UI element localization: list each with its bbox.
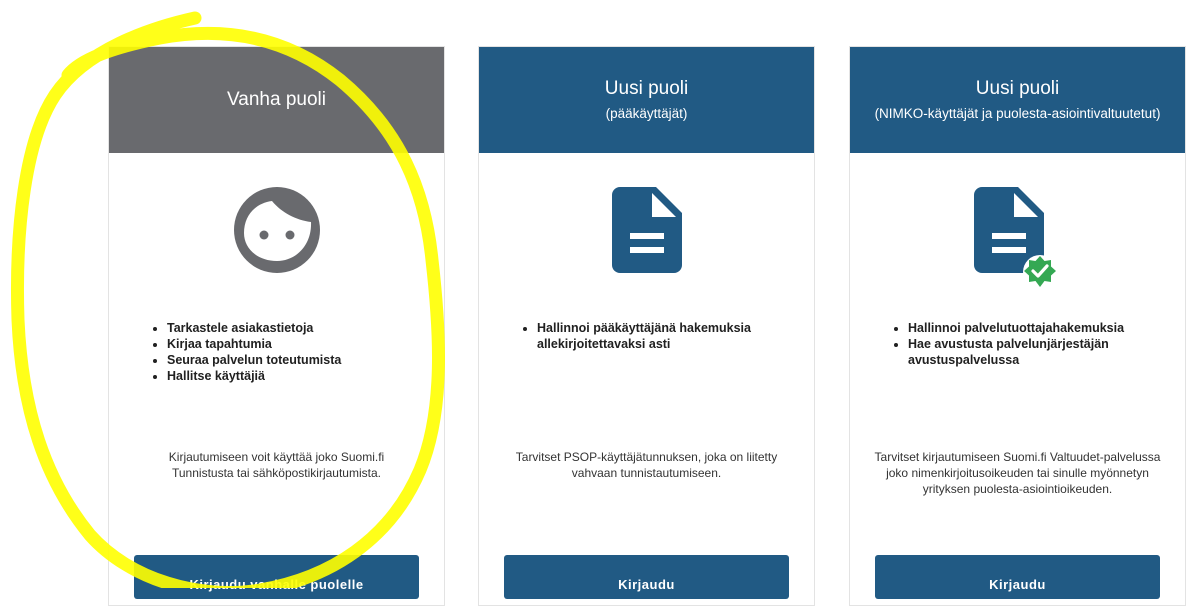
card-new-side-nimko: Uusi puoli (NIMKO-käyttäjät ja puolesta-… xyxy=(849,46,1186,606)
login-note: Kirjautumiseen voit käyttää joko Suomi.f… xyxy=(168,450,385,480)
check-badge-icon xyxy=(1022,255,1057,289)
feature-list: Hallinnoi palvelutuottajahakemuksia Hae … xyxy=(875,320,1160,368)
login-old-side-button[interactable]: Kirjaudu vanhalle puolelle xyxy=(134,555,419,599)
feature-item: Hae avustusta palvelunjärjestäjän avustu… xyxy=(908,336,1160,368)
feature-item: Hallitse käyttäjiä xyxy=(167,368,419,384)
card-title: Uusi puoli xyxy=(604,78,689,99)
feature-item: Kirjaa tapahtumia xyxy=(167,336,419,352)
card-header: Uusi puoli (pääkäyttäjät) xyxy=(479,47,814,153)
card-header: Uusi puoli (NIMKO-käyttäjät ja puolesta-… xyxy=(850,47,1185,153)
document-icon xyxy=(611,187,682,273)
feature-item: Tarkastele asiakastietoja xyxy=(167,320,419,336)
face-icon xyxy=(233,187,320,273)
card-subtitle: (NIMKO-käyttäjät ja puolesta-asiointival… xyxy=(874,106,1161,121)
feature-list: Hallinnoi pääkäyttäjänä hakemuksia allek… xyxy=(504,320,789,352)
feature-list: Tarkastele asiakastietoja Kirjaa tapahtu… xyxy=(134,320,419,384)
feature-item: Seuraa palvelun toteutumista xyxy=(167,352,419,368)
login-admin-button[interactable]: Kirjaudu xyxy=(504,555,789,599)
login-note: Tarvitset PSOP-käyttäjätunnuksen, joka o… xyxy=(515,450,778,480)
verified-document-icon xyxy=(973,187,1057,289)
login-note: Tarvitset kirjautumiseen Suomi.fi Valtuu… xyxy=(874,450,1161,496)
login-nimko-button[interactable]: Kirjaudu xyxy=(875,555,1160,599)
card-new-side-admins: Uusi puoli (pääkäyttäjät) Hallinnoi pääk… xyxy=(478,46,815,606)
feature-item: Hallinnoi palvelutuottajahakemuksia xyxy=(908,320,1160,336)
card-title: Vanha puoli xyxy=(227,89,326,110)
card-title: Uusi puoli xyxy=(975,78,1060,99)
feature-item: Hallinnoi pääkäyttäjänä hakemuksia allek… xyxy=(537,320,789,352)
card-old-side: Vanha puoli Tarkastele asiakastietoja Ki… xyxy=(108,46,445,606)
card-subtitle: (pääkäyttäjät) xyxy=(605,106,688,121)
card-header: Vanha puoli xyxy=(109,47,444,153)
